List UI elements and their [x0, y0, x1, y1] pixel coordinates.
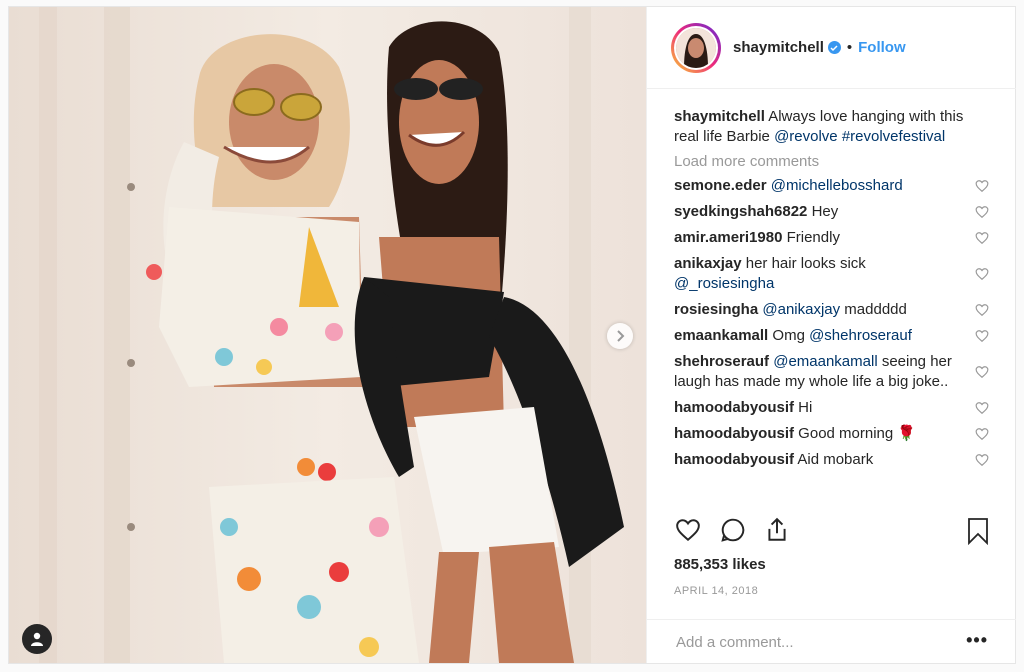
heart-icon[interactable] [975, 205, 989, 219]
post-username[interactable]: shaymitchell [733, 39, 824, 56]
add-comment-input[interactable] [674, 633, 958, 652]
heart-icon[interactable] [975, 303, 989, 317]
verified-icon [827, 41, 841, 54]
caption-mention[interactable]: @revolve [774, 128, 838, 145]
heart-icon[interactable] [975, 231, 989, 245]
comment-username[interactable]: hamoodabyousif [674, 451, 794, 468]
post-caption: shaymitchell Always love hanging with th… [674, 107, 988, 147]
chevron-right-icon [617, 330, 625, 342]
comment-mention[interactable]: @_rosiesingha [674, 275, 774, 292]
heart-icon[interactable] [674, 517, 702, 543]
load-more-comments[interactable]: Load more comments [674, 153, 988, 170]
comment-item: hamoodabyousif Hi [674, 398, 989, 418]
comment-item: hamoodabyousif Good morning 🌹 [674, 424, 989, 444]
heart-icon[interactable] [975, 365, 989, 379]
more-icon[interactable]: ••• [966, 631, 988, 649]
comment-text: Aid mobark [794, 451, 874, 468]
comment-item: emaankamall Omg @shehroserauf [674, 326, 989, 346]
comment-mention[interactable]: @michellebosshard [767, 177, 903, 194]
comment-username[interactable]: semone.eder [674, 177, 767, 194]
heart-icon[interactable] [975, 329, 989, 343]
comment-text: Friendly [782, 229, 840, 246]
caption-username[interactable]: shaymitchell [674, 108, 765, 125]
comment-item: hamoodabyousif Aid mobark [674, 450, 989, 470]
comment-username[interactable]: hamoodabyousif [674, 425, 794, 442]
avatar-image [676, 27, 716, 68]
comment-text: Good morning 🌹 [794, 425, 917, 442]
comment-username[interactable]: anikaxjay [674, 255, 742, 272]
comment-item: syedkingshah6822 Hey [674, 202, 989, 222]
comment-item: anikaxjay her hair looks sick @_rosiesin… [674, 254, 989, 294]
bookmark-icon[interactable] [966, 517, 990, 545]
comment-text: Hey [807, 203, 839, 220]
separator-dot: • [846, 39, 853, 56]
comment-text: maddddd [840, 301, 907, 318]
share-icon[interactable] [764, 517, 790, 543]
likes-count[interactable]: 885,353 likes [674, 556, 766, 573]
heart-icon[interactable] [975, 179, 989, 193]
comment-text: her hair looks sick [741, 255, 866, 272]
comment-mention[interactable]: @anikaxjay [758, 301, 840, 318]
comment-item: rosiesingha @anikaxjay maddddd [674, 300, 989, 320]
comment-username[interactable]: shehroserauf [674, 353, 769, 370]
comment-username[interactable]: emaankamall [674, 327, 768, 344]
add-comment-bar: ••• [647, 619, 1016, 664]
heart-icon[interactable] [975, 453, 989, 467]
caption-hashtag[interactable]: #revolvefestival [838, 128, 945, 145]
post-sidebar: shaymitchell • Follow shaymitchell Alway… [646, 7, 1016, 663]
instagram-post: shaymitchell • Follow shaymitchell Alway… [8, 6, 1016, 664]
next-photo-button[interactable] [607, 323, 633, 349]
comment-mention[interactable]: @shehroserauf [809, 327, 912, 344]
comment-text: Omg [768, 327, 810, 344]
avatar[interactable] [671, 22, 721, 73]
comment-text: Hi [794, 399, 813, 416]
comment-mention[interactable]: @emaankamall [773, 353, 877, 370]
post-photo[interactable] [9, 7, 646, 663]
heart-icon[interactable] [975, 427, 989, 441]
user-tags-button[interactable] [22, 624, 52, 654]
post-header: shaymitchell • Follow [647, 7, 1016, 89]
comment-username[interactable]: amir.ameri1980 [674, 229, 782, 246]
comment-username[interactable]: rosiesingha [674, 301, 758, 318]
photo-illustration [9, 7, 646, 663]
comments-section: shaymitchell Always love hanging with th… [647, 89, 1016, 509]
comment-item: semone.eder @michellebosshard [674, 176, 989, 196]
user-tag-icon [31, 632, 43, 646]
comment-username[interactable]: syedkingshah6822 [674, 203, 807, 220]
heart-icon[interactable] [975, 267, 989, 281]
action-bar [674, 517, 992, 547]
comment-username[interactable]: hamoodabyousif [674, 399, 794, 416]
comment-item: shehroserauf @emaankamall seeing her lau… [674, 352, 989, 392]
post-date: APRIL 14, 2018 [674, 585, 759, 597]
heart-icon[interactable] [975, 401, 989, 415]
comment-icon[interactable] [720, 517, 746, 543]
comment-item: amir.ameri1980 Friendly [674, 228, 989, 248]
follow-button[interactable]: Follow [858, 39, 906, 56]
